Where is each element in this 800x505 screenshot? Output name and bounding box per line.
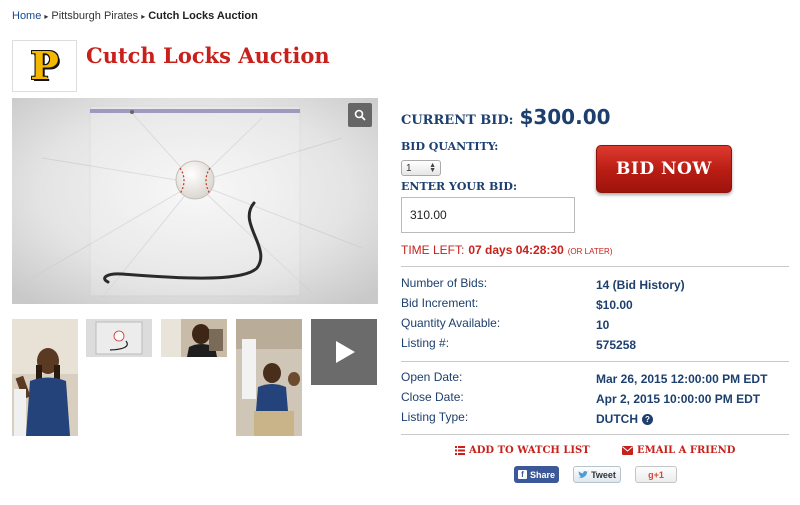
detail-label: Bid Increment: [401,296,479,310]
bid-quantity-label: BID QUANTITY: [401,140,499,153]
detail-row-bids: Number of Bids: 14 (Bid History) [401,276,789,294]
zoom-button[interactable] [348,103,372,127]
detail-value: 10 [596,318,610,332]
add-to-watch-list-link[interactable]: ADD TO WATCH LIST [455,445,590,456]
current-bid: CURRENT BID: $300.00 [401,105,611,129]
date-value: Apr 2, 2015 10:00:00 PM EDT [596,392,761,406]
breadcrumb-separator-icon: ▸ [44,11,49,21]
bid-history-link[interactable]: 14 (Bid History) [596,276,685,294]
bid-amount-input[interactable] [401,197,575,233]
breadcrumb-category-link[interactable]: Pittsburgh Pirates [51,10,138,22]
time-left-note: (OR LATER) [567,247,613,256]
twitter-icon [578,470,589,478]
help-icon[interactable]: ? [642,413,653,425]
time-left-label: TIME LEFT: [401,243,465,257]
listing-type-text: DUTCH [596,412,638,426]
stepper-arrows-icon: ▲ ▼ [429,162,436,174]
detail-label: Listing #: [401,336,450,350]
pirates-logo-icon: P [30,43,59,88]
baseball-photo-thumbnail [86,319,152,357]
date-row-open: Open Date: Mar 26, 2015 12:00:00 PM EDT [401,370,789,388]
baseball-in-bag-photo [12,98,378,304]
bid-quantity-value: 1 [406,162,412,174]
facebook-share-button[interactable]: f Share [514,466,559,483]
detail-row-increment: Bid Increment: $10.00 [401,296,789,314]
time-left-value: 07 days 04:28:30 [468,243,564,257]
divider [401,361,789,362]
watch-list-label: ADD TO WATCH LIST [469,445,590,456]
main-product-image[interactable] [12,98,378,304]
detail-value: 575258 [596,338,637,352]
enter-bid-label: ENTER YOUR BID: [401,180,518,193]
thumbnail-3[interactable] [161,319,227,357]
breadcrumb-current: Cutch Locks Auction [148,10,258,22]
player-photo-thumbnail [12,319,78,436]
google-plus-button[interactable]: g+1 [635,466,677,483]
detail-row-quantity: Quantity Available: 10 [401,316,789,334]
player-closeup-thumbnail [161,319,227,357]
list-icon [455,446,465,455]
team-logo[interactable]: P [12,40,77,92]
date-label: Close Date: [401,390,464,404]
date-label: Open Date: [401,370,463,384]
thumbnail-2[interactable] [86,319,152,357]
player-seated-thumbnail [236,319,302,436]
twitter-tweet-button[interactable]: Tweet [573,466,621,483]
video-thumbnail[interactable] [311,319,377,385]
play-icon [336,341,355,363]
facebook-icon: f [517,470,527,479]
bid-quantity-select[interactable]: 1 ▲ ▼ [401,160,441,176]
envelope-icon [622,446,633,455]
detail-label: Quantity Available: [401,316,501,330]
divider [401,266,789,267]
listing-type-value: DUTCH ? [596,410,653,428]
breadcrumb: Home ▸ Pittsburgh Pirates ▸ Cutch Locks … [12,10,258,22]
breadcrumb-home-link[interactable]: Home [12,10,41,22]
date-row-type: Listing Type: DUTCH ? [401,410,789,428]
email-a-friend-link[interactable]: EMAIL A FRIEND [622,445,735,456]
page-title: Cutch Locks Auction [86,43,330,68]
current-bid-value: $300.00 [519,105,611,129]
date-label: Listing Type: [401,410,469,424]
thumbnail-4[interactable] [236,319,302,436]
current-bid-label: CURRENT BID: [401,113,514,128]
detail-row-listing: Listing #: 575258 [401,336,789,354]
date-value: Mar 26, 2015 12:00:00 PM EDT [596,372,768,386]
date-row-close: Close Date: Apr 2, 2015 10:00:00 PM EDT [401,390,789,408]
facebook-share-label: Share [529,469,555,480]
thumbnail-1[interactable] [12,319,78,436]
bid-now-button[interactable]: BID NOW [596,145,732,193]
time-left: TIME LEFT: 07 days 04:28:30 (OR LATER) [401,243,613,257]
email-friend-label: EMAIL A FRIEND [637,445,736,456]
breadcrumb-separator-icon: ▸ [141,11,146,21]
detail-value: $10.00 [596,298,633,312]
detail-label: Number of Bids: [401,276,488,290]
divider [401,434,789,435]
zoom-icon [354,109,366,121]
twitter-tweet-label: Tweet [591,469,616,480]
